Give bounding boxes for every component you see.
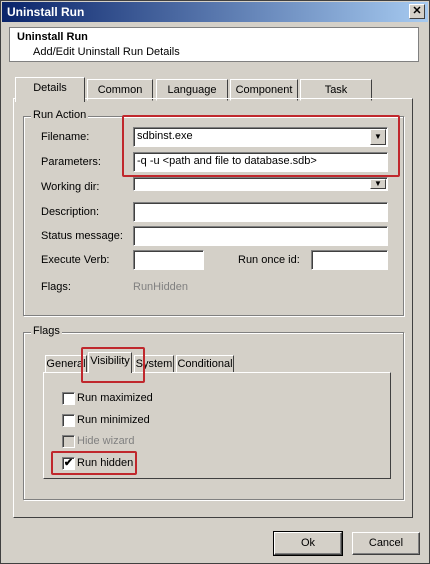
working-dir-dropdown[interactable]: ▼ bbox=[133, 177, 388, 191]
highlight-run-hidden bbox=[51, 451, 137, 475]
run-minimized-label: Run minimized bbox=[77, 414, 150, 426]
window-title: Uninstall Run bbox=[7, 5, 85, 19]
close-icon[interactable]: ✕ bbox=[409, 4, 425, 19]
filename-label: Filename: bbox=[41, 131, 90, 143]
hide-wizard-label: Hide wizard bbox=[77, 435, 135, 447]
uninstall-run-dialog: Uninstall Run ✕ Uninstall Run Add/Edit U… bbox=[0, 0, 430, 564]
title-bar: Uninstall Run ✕ bbox=[2, 2, 428, 22]
highlight-visibility-tab bbox=[81, 347, 145, 383]
execute-verb-input[interactable] bbox=[133, 250, 204, 270]
run-action-group-label: Run Action bbox=[31, 109, 89, 121]
description-label: Description: bbox=[41, 206, 100, 218]
working-dir-label: Working dir: bbox=[41, 181, 100, 193]
status-message-input[interactable] bbox=[133, 226, 388, 246]
tab-details[interactable]: Details bbox=[15, 77, 85, 102]
ok-button[interactable]: Ok bbox=[273, 531, 343, 556]
run-once-id-label: Run once id: bbox=[238, 254, 300, 266]
run-once-id-input[interactable] bbox=[311, 250, 388, 270]
dialog-header: Uninstall Run Add/Edit Uninstall Run Det… bbox=[9, 27, 419, 62]
header-title: Uninstall Run bbox=[17, 31, 88, 43]
cancel-button[interactable]: Cancel bbox=[352, 532, 420, 555]
parameters-label: Parameters: bbox=[41, 156, 101, 168]
header-subtitle: Add/Edit Uninstall Run Details bbox=[33, 46, 180, 58]
run-maximized-label: Run maximized bbox=[77, 392, 153, 404]
description-input[interactable] bbox=[133, 202, 388, 222]
flags-label: Flags: bbox=[41, 281, 71, 293]
execute-verb-label: Execute Verb: bbox=[41, 254, 110, 266]
hide-wizard-checkbox bbox=[62, 435, 75, 448]
run-maximized-checkbox[interactable] bbox=[62, 392, 75, 405]
flags-value: RunHidden bbox=[133, 281, 189, 293]
status-message-label: Status message: bbox=[41, 230, 123, 242]
highlight-filename-parameters bbox=[122, 115, 400, 177]
run-minimized-checkbox[interactable] bbox=[62, 414, 75, 427]
flags-group-label: Flags bbox=[31, 325, 62, 337]
chevron-down-icon[interactable]: ▼ bbox=[370, 179, 386, 189]
